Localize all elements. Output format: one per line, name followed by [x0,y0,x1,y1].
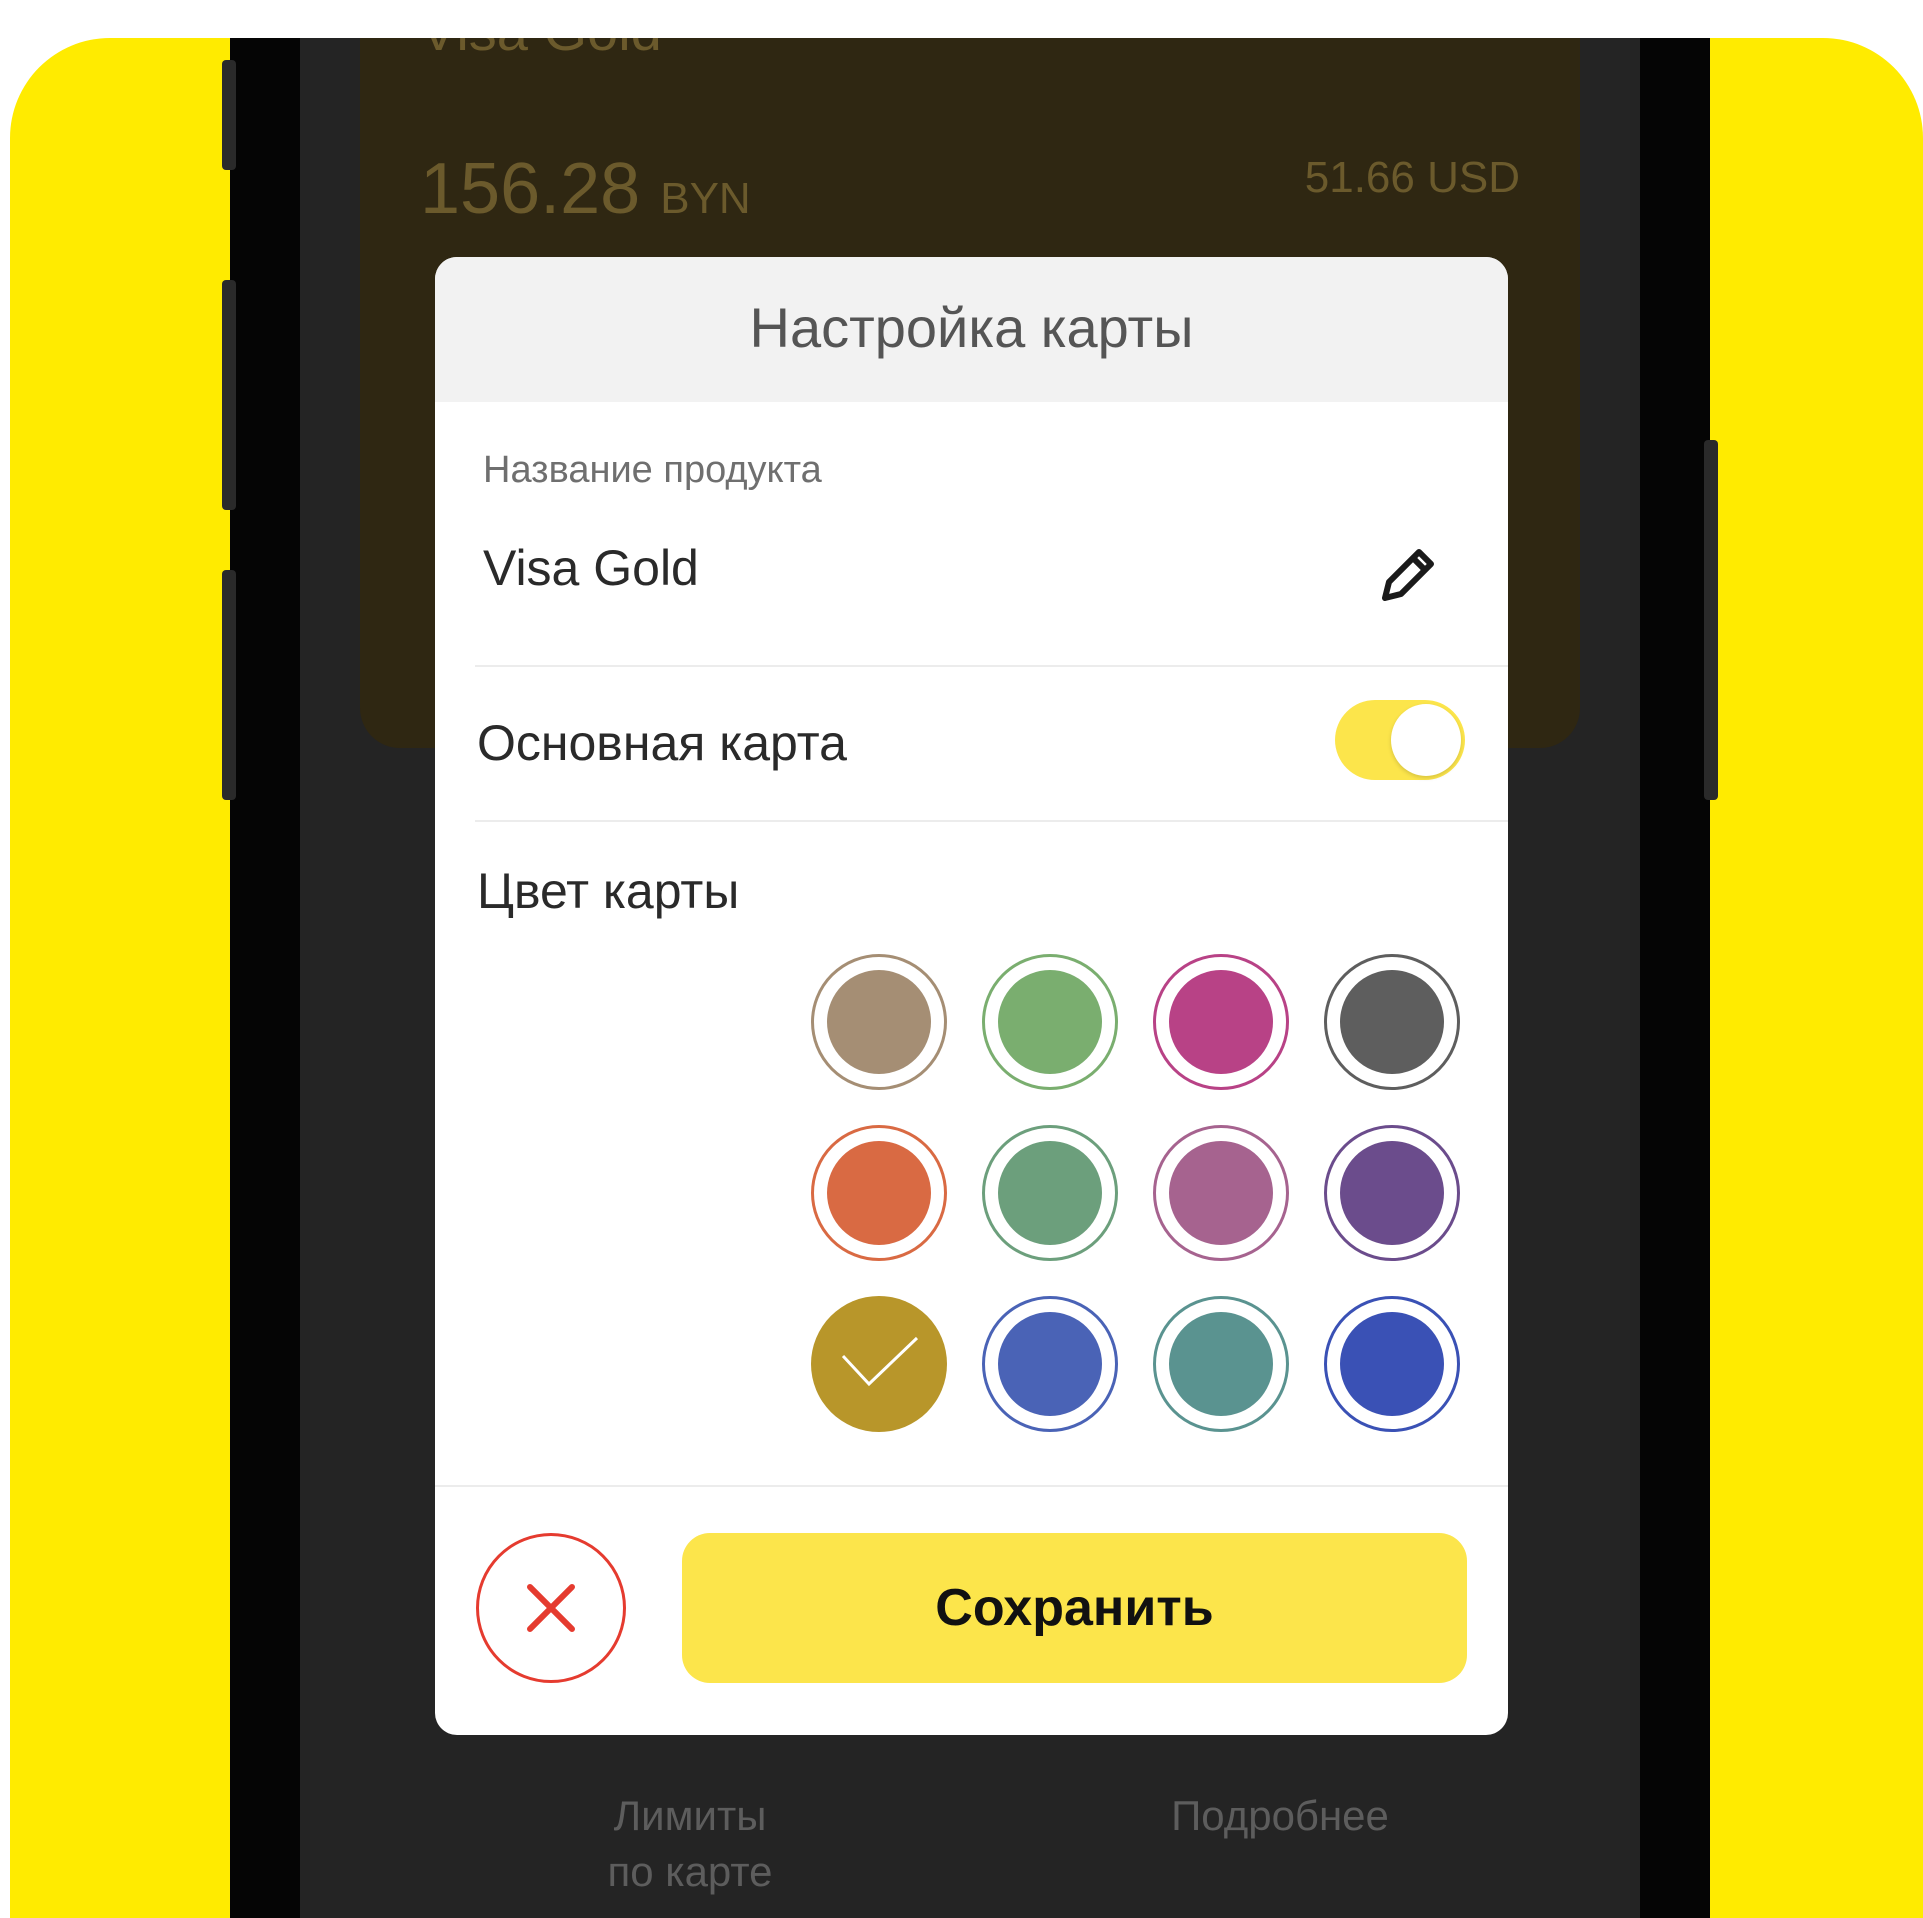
card-color-label: Цвет карты [477,863,740,919]
color-swatch-gold[interactable] [811,1296,947,1432]
color-swatch-orchid[interactable] [1153,1125,1289,1261]
details-link[interactable]: Подробнее [1130,1788,1430,1844]
limits-link[interactable]: Лимиты по карте [540,1788,840,1900]
color-swatch-fill [998,970,1102,1074]
phone-side-button [222,280,236,510]
color-swatch-fill [1169,970,1273,1074]
card-settings-modal: Настройка карты Название продукта Visa G… [435,257,1508,1735]
color-swatch-fill [1169,1141,1273,1245]
color-swatch-fill [998,1141,1102,1245]
main-card-label: Основная карта [477,715,847,771]
limits-link-line2: по карте [607,1848,773,1895]
limits-link-line1: Лимиты [613,1792,767,1839]
cancel-button[interactable] [476,1533,626,1683]
color-swatch-fill [1340,1312,1444,1416]
color-swatch-orange[interactable] [811,1125,947,1261]
balance-amount: 156.28 [420,149,641,229]
secondary-balance: 51.66 USD [1304,153,1520,202]
phone-side-button [222,60,236,170]
color-swatch-gray[interactable] [1324,954,1460,1090]
color-swatch-fill [998,1312,1102,1416]
divider [475,820,1508,822]
color-swatch-royal-blue[interactable] [1324,1296,1460,1432]
color-swatch-blue[interactable] [982,1296,1118,1432]
background-card-title: Visa Gold [420,38,662,63]
pencil-icon[interactable] [1373,540,1443,610]
balance-currency: BYN [660,174,751,223]
phone-side-button [222,570,236,800]
color-swatch-magenta[interactable] [1153,954,1289,1090]
color-swatch-teal[interactable] [1153,1296,1289,1432]
color-swatch-sage[interactable] [982,1125,1118,1261]
phone-side-button [1704,440,1718,800]
background-card-balance: 156.28 BYN [420,148,751,230]
main-card-toggle[interactable] [1335,700,1465,780]
product-name-label: Название продукта [483,449,822,491]
color-swatch-fill [1340,1141,1444,1245]
divider [475,665,1508,667]
color-swatch-fill [1340,970,1444,1074]
modal-header: Настройка карты [435,257,1508,402]
save-button[interactable]: Сохранить [682,1533,1467,1683]
color-swatch-green[interactable] [982,954,1118,1090]
divider [435,1485,1508,1487]
color-swatch-fill [827,1141,931,1245]
color-swatch-fill [1169,1312,1273,1416]
product-name-value[interactable]: Visa Gold [483,539,699,597]
toggle-knob [1391,704,1461,776]
close-icon [527,1584,575,1632]
checkmark-icon [841,1336,919,1387]
color-swatch-fill [827,970,931,1074]
canvas: Visa Gold 156.28 BYN 51.66 USD Лимиты по… [0,0,1923,1918]
modal-title: Настройка карты [749,296,1194,359]
color-swatch-taupe[interactable] [811,954,947,1090]
color-swatch-purple[interactable] [1324,1125,1460,1261]
